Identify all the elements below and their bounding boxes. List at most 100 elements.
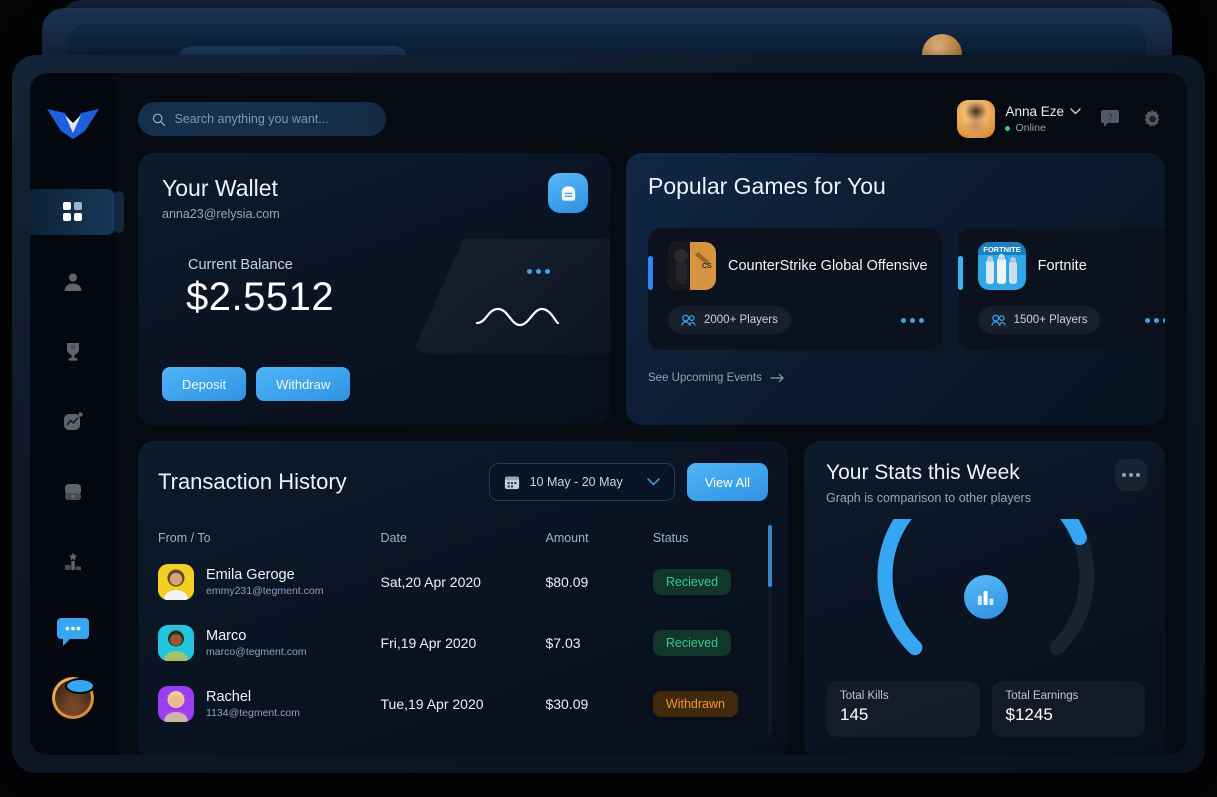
table-row[interactable]: Emila Geroge emmy231@tegment.com Sat,20 …: [158, 551, 768, 612]
game-thumbnail: FORTNITE: [977, 242, 1026, 290]
balance-section: Current Balance $2.5512: [162, 239, 610, 354]
game-accent-bar: [957, 256, 963, 290]
wallet-more-button[interactable]: [527, 269, 550, 274]
party-email: 1134@tegment.com: [206, 706, 300, 719]
sidebar: [30, 73, 124, 755]
party-email: marco@tegment.com: [206, 645, 307, 658]
calendar-icon: [504, 476, 519, 490]
svg-text:FORTNITE: FORTNITE: [983, 245, 1021, 254]
wallet-title: Your Wallet: [162, 175, 278, 201]
settings-button[interactable]: [1139, 106, 1165, 132]
players-icon: [681, 314, 696, 326]
game-header: CS CounterStrike Global Offensive: [668, 242, 928, 290]
wallet-email: anna23@relysia.com: [162, 207, 280, 221]
stat-value: $1245: [1005, 705, 1053, 724]
wallet-card: Your Wallet anna23@relysia.com Current B…: [138, 153, 610, 425]
transaction-status: Recieved: [652, 568, 768, 595]
deposit-button[interactable]: Deposit: [162, 367, 247, 401]
withdraw-button[interactable]: Withdraw: [256, 367, 351, 401]
stat-label: Total Kills: [840, 690, 889, 702]
game-name: Fortnite: [1037, 257, 1087, 274]
games-list[interactable]: CS CounterStrike Global Offensive 2000+ …: [648, 228, 1165, 350]
game-card[interactable]: CS CounterStrike Global Offensive 2000+ …: [648, 228, 942, 350]
sidebar-item-leaderboard[interactable]: [30, 539, 116, 585]
transaction-status: Withdrawn: [652, 690, 768, 717]
svg-text:CS: CS: [702, 263, 712, 270]
sidebar-item-games[interactable]: [30, 469, 116, 515]
app-window: Anna Eze Online: [12, 55, 1205, 773]
game-footer: 2000+ Players: [668, 306, 928, 334]
date-range-value: 10 May - 20 May: [529, 475, 623, 489]
avatar: [957, 100, 996, 138]
table-row[interactable]: Rachel 1134@tegment.com Tue,19 Apr 2020 …: [158, 673, 768, 734]
column-header-from-to: From / To: [158, 531, 211, 545]
status-badge: Withdrawn: [652, 690, 738, 717]
row-top: Your Wallet anna23@relysia.com Current B…: [138, 153, 1165, 425]
transaction-scrollbar[interactable]: [768, 525, 772, 735]
avatar: [158, 563, 194, 600]
chevron-down-icon: [646, 478, 660, 486]
activity-icon: [64, 412, 83, 430]
search-bar[interactable]: [138, 102, 386, 136]
user-name-row: Anna Eze: [1005, 103, 1081, 121]
see-upcoming-events-link[interactable]: See Upcoming Events: [648, 372, 1165, 384]
wallet-icon[interactable]: [548, 173, 588, 213]
row-bottom: Transaction History 10 May - 20 May View…: [138, 441, 1165, 755]
transaction-table: From / To Date Amount Status Emila Gerog…: [158, 525, 772, 735]
column-header-status: Status: [652, 531, 689, 545]
chat-icon[interactable]: [56, 617, 90, 647]
stats-title: Your Stats this Week: [826, 461, 1020, 484]
party-info: Rachel 1134@tegment.com: [206, 689, 300, 719]
stats-card: Your Stats this Week Graph is comparison…: [804, 441, 1165, 755]
bar-chart-icon: [963, 575, 1008, 619]
user-status-row: Online: [1005, 121, 1081, 135]
table-header-row: From / To Date Amount Status: [158, 525, 768, 551]
game-more-button[interactable]: [900, 317, 928, 323]
stats-gauge: [826, 519, 1145, 669]
party-name: Rachel: [206, 688, 252, 705]
trophy-icon: [67, 343, 79, 361]
status-badge: Recieved: [652, 629, 732, 656]
game-header: FORTNITE Fortnite: [977, 242, 1165, 290]
party-name: Emila Geroge: [206, 566, 295, 583]
user-name: Anna Eze: [1005, 103, 1064, 119]
transaction-date: Tue,19 Apr 2020: [380, 695, 484, 712]
transaction-amount: $30.09: [545, 695, 589, 712]
chevron-down-icon: [1070, 108, 1081, 115]
search-input[interactable]: [174, 112, 372, 126]
game-footer: 1500+ Players: [977, 306, 1165, 334]
table-row[interactable]: Marco marco@tegment.com Fri,19 Apr 2020 …: [158, 612, 768, 673]
sidebar-item-profile[interactable]: [30, 259, 116, 305]
game-thumbnail: CS: [668, 242, 716, 290]
topbar-right: Anna Eze Online ?: [957, 100, 1165, 138]
transaction-status: Recieved: [652, 629, 768, 656]
game-accent-bar: [648, 256, 653, 290]
transaction-party: Emila Geroge emmy231@tegment.com: [158, 563, 381, 600]
online-dot-icon: [1005, 125, 1011, 131]
view-all-button[interactable]: View All: [686, 463, 768, 501]
sidebar-item-tournaments[interactable]: [30, 329, 116, 375]
game-card[interactable]: FORTNITE Fortnite 1500+ Players: [957, 228, 1165, 350]
stat-label: Total Earnings: [1005, 690, 1079, 702]
podium-icon: [65, 552, 81, 570]
avatar-face: [957, 100, 996, 138]
user-menu[interactable]: Anna Eze Online: [957, 100, 1081, 138]
user-icon: [64, 273, 82, 291]
stats-more-button[interactable]: [1115, 459, 1147, 491]
help-icon: ?: [1101, 110, 1119, 127]
stat-value: 145: [840, 705, 869, 724]
search-icon: [152, 113, 166, 126]
sidebar-item-analytics[interactable]: [30, 399, 116, 445]
transaction-date: Fri,19 Apr 2020: [380, 634, 477, 651]
sidebar-bottom: [52, 617, 95, 755]
sidebar-user-avatar[interactable]: [52, 677, 95, 719]
sidebar-item-dashboard[interactable]: [30, 189, 124, 235]
date-range-picker[interactable]: 10 May - 20 May: [488, 463, 675, 501]
players-badge: 1500+ Players: [977, 306, 1101, 334]
transaction-history-card: Transaction History 10 May - 20 May View…: [138, 441, 788, 755]
screenshot-stage: Anna Eze Online: [0, 0, 1217, 797]
game-more-button[interactable]: [1144, 317, 1165, 323]
party-info: Emila Geroge emmy231@tegment.com: [206, 567, 323, 597]
help-button[interactable]: ?: [1097, 106, 1123, 132]
transaction-date: Sat,20 Apr 2020: [380, 573, 481, 590]
